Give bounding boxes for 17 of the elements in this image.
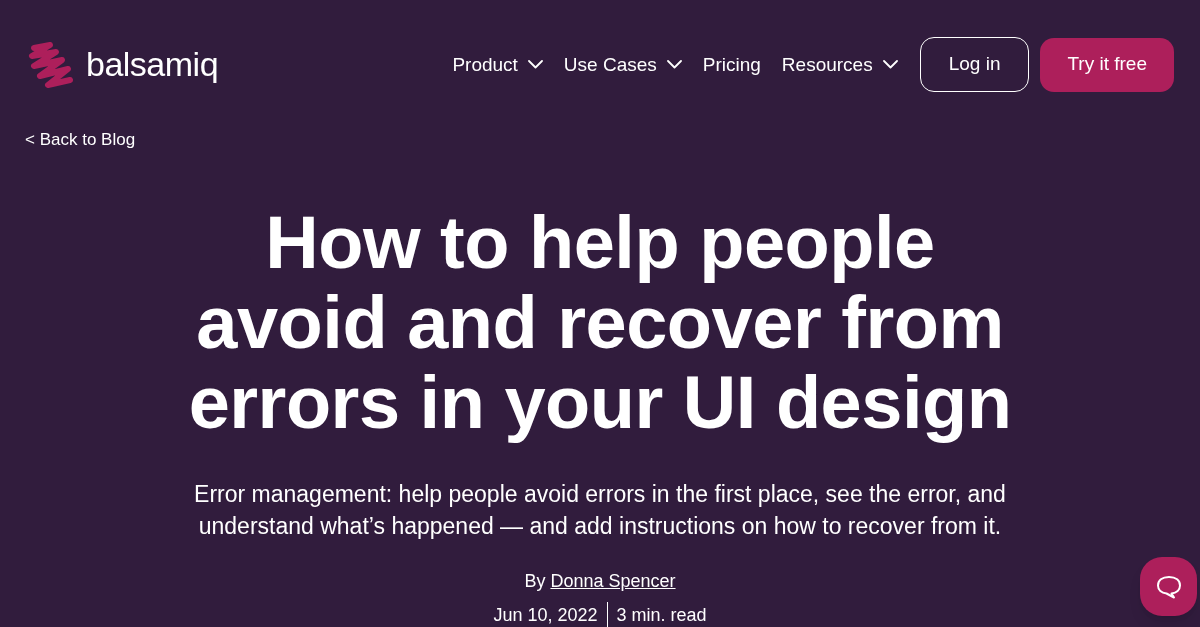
publish-date: Jun 10, 2022 <box>493 604 599 627</box>
chat-button[interactable] <box>1140 557 1197 616</box>
read-time: 3 min. read <box>615 604 707 627</box>
log-in-button[interactable]: Log in <box>919 37 1030 92</box>
nav-link[interactable]: Pricing <box>702 51 761 78</box>
back-to-blog-link[interactable]: < Back to Blog <box>25 130 136 149</box>
nav-link[interactable]: Resources <box>781 51 898 78</box>
try-free-button[interactable]: Try it free <box>1040 37 1174 92</box>
nav-link[interactable]: Use Cases <box>563 51 682 78</box>
brand-name: balsamiq <box>86 43 219 85</box>
chat-bubble-icon <box>1155 573 1182 600</box>
scribble-logo-icon <box>28 41 74 88</box>
article-title: How to help people avoid and recover from errors in your UI design <box>188 203 1012 443</box>
author-link[interactable]: Donna Spencer <box>550 571 676 591</box>
article-summary: Error management: help people avoid errors in the first place, see the error, and understand what’s happened — and add instructions on how to recover from it. <box>194 480 1006 541</box>
byline: By Donna Spencer <box>524 570 676 593</box>
nav-link[interactable]: Product <box>452 51 543 78</box>
